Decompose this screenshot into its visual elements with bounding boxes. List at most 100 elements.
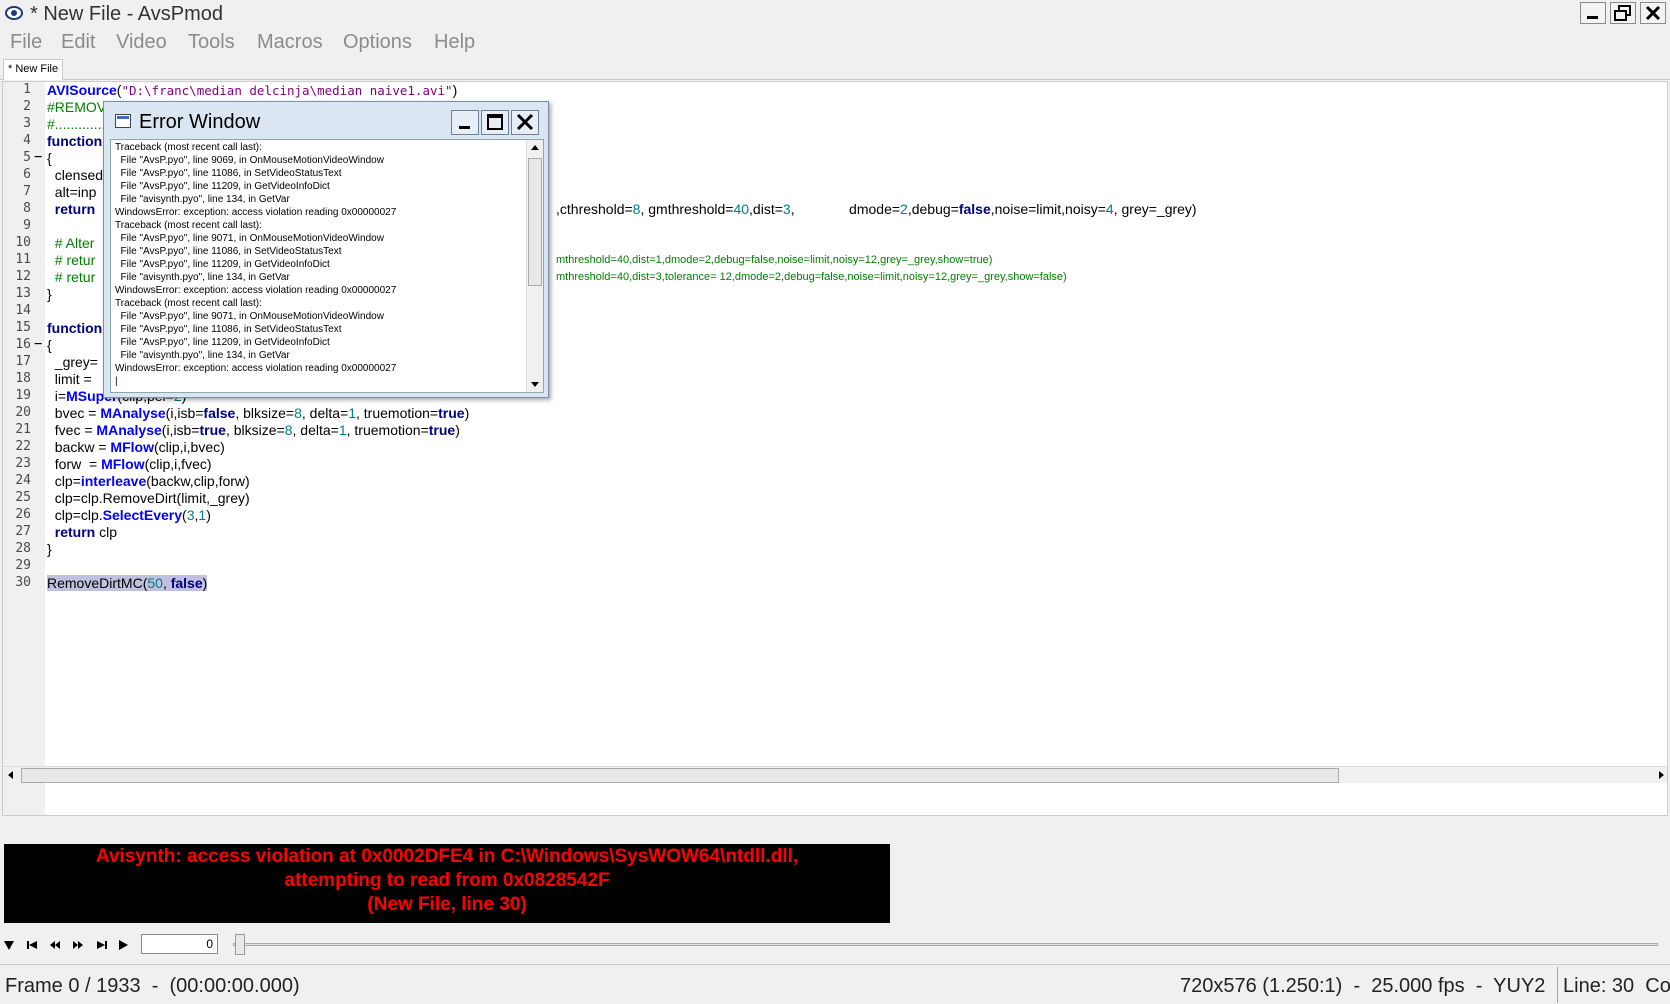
code-line-15: function xyxy=(47,320,103,336)
avspmod-app-icon xyxy=(5,6,23,20)
traceback-line: WindowsError: exception: access violatio… xyxy=(115,207,397,218)
maximize-icon xyxy=(487,114,503,130)
line-number: 24 xyxy=(15,473,31,488)
code-line-11: # retur xyxy=(47,252,96,268)
go-to-start-icon[interactable] xyxy=(26,939,38,951)
menu-macros[interactable]: Macros xyxy=(257,31,323,54)
error-window: Error Window Traceback (most recent call… xyxy=(103,101,549,398)
code-line-17: _grey= xyxy=(47,354,98,370)
scrollbar-thumb[interactable] xyxy=(528,158,542,286)
line-number: 3 xyxy=(23,116,31,131)
code-line-25: clp=clp.RemoveDirt(limit,_grey) xyxy=(47,490,250,506)
line-number: 13 xyxy=(15,286,31,301)
frame-number-input[interactable]: 0 xyxy=(141,934,218,954)
line-number: 4 xyxy=(23,133,31,148)
scroll-down-icon[interactable] xyxy=(530,379,540,389)
close-icon xyxy=(1645,5,1661,21)
traceback-line: File "avisynth.pyo", line 134, in GetVar xyxy=(115,272,290,283)
minimize-icon xyxy=(1587,16,1598,19)
code-line-30: RemoveDirtMC(50, false) xyxy=(47,575,208,591)
code-line-6: clensed xyxy=(47,167,104,183)
error-window-close-button[interactable] xyxy=(511,110,539,135)
line-number: 20 xyxy=(15,405,31,420)
previous-frame-icon[interactable] xyxy=(49,939,61,951)
slider-knob[interactable] xyxy=(235,934,245,955)
line-number: 16 xyxy=(15,337,31,352)
menu-edit[interactable]: Edit xyxy=(61,31,95,54)
code-line-1: AVISource("D:\franc\median delcinja\medi… xyxy=(47,82,458,98)
close-button[interactable] xyxy=(1640,2,1666,24)
traceback-line: File "AvsP.pyo", line 9069, in OnMouseMo… xyxy=(115,155,384,166)
go-to-end-icon[interactable] xyxy=(96,939,108,951)
scroll-up-icon[interactable] xyxy=(530,143,540,153)
menu-bar: File Edit Video Tools Macros Options Hel… xyxy=(0,27,1670,58)
line-number: 29 xyxy=(15,558,31,573)
line-number: 7 xyxy=(23,184,31,199)
traceback-line: WindowsError: exception: access violatio… xyxy=(115,363,397,374)
video-info-status: 720x576 (1.250:1) - 25.000 fps - YUY2 xyxy=(1180,975,1546,997)
fold-marker[interactable]: − xyxy=(34,149,42,165)
line-number: 26 xyxy=(15,507,31,522)
code-line-16: { xyxy=(47,337,52,353)
code-line-27: return clp xyxy=(47,524,118,540)
line-number: 5 xyxy=(23,150,31,165)
selected-text: RemoveDirtMC(50, false) xyxy=(47,575,208,591)
menu-options[interactable]: Options xyxy=(343,31,412,54)
playback-controls: 0 xyxy=(0,930,1670,960)
code-line-10: # Alter xyxy=(47,235,95,251)
restore-button[interactable] xyxy=(1610,2,1636,24)
menu-file[interactable]: File xyxy=(10,31,42,54)
line-number: 23 xyxy=(15,456,31,471)
error-window-minimize-button[interactable] xyxy=(451,110,479,135)
code-line-13: } xyxy=(47,286,52,302)
code-line-11-tail: mthreshold=40,dist=1,dmode=2,debug=false… xyxy=(556,254,993,266)
line-number: 14 xyxy=(15,303,31,318)
minimize-icon xyxy=(459,126,470,129)
cursor-position-status: Line: 30 Col xyxy=(1563,975,1670,997)
error-traceback-text[interactable]: Traceback (most recent call last): File … xyxy=(110,139,544,393)
status-divider xyxy=(1557,967,1558,1003)
avisynth-error-panel: Avisynth: access violation at 0x0002DFE4… xyxy=(4,844,890,923)
code-line-12: # retur xyxy=(47,269,96,285)
code-line-7: alt=inp xyxy=(47,184,97,200)
line-number: 11 xyxy=(15,252,31,267)
traceback-line: File "AvsP.pyo", line 9071, in OnMouseMo… xyxy=(115,233,384,244)
line-number: 1 xyxy=(23,82,31,97)
fold-marker[interactable]: − xyxy=(34,336,42,352)
scrollbar-thumb[interactable] xyxy=(21,768,1339,783)
code-line-20: bvec = MAnalyse(i,isb=false, blksize=8, … xyxy=(47,405,470,421)
minimize-button[interactable] xyxy=(1580,2,1606,24)
code-line-26: clp=clp.SelectEvery(3,1) xyxy=(47,507,211,523)
code-line-22: backw = MFlow(clip,i,bvec) xyxy=(47,439,225,455)
menu-help[interactable]: Help xyxy=(434,31,475,54)
close-icon xyxy=(516,113,534,131)
traceback-line: File "AvsP.pyo", line 11209, in GetVideo… xyxy=(115,337,330,348)
menu-tools[interactable]: Tools xyxy=(188,31,235,54)
scroll-left-icon[interactable] xyxy=(6,770,16,780)
tab-new-file[interactable]: * New File xyxy=(3,59,64,80)
menu-video[interactable]: Video xyxy=(116,31,167,54)
play-icon[interactable] xyxy=(117,939,129,951)
error-window-maximize-button[interactable] xyxy=(481,110,509,135)
text-cursor: | xyxy=(115,376,118,387)
frame-status: Frame 0 / 1933 - (00:00:00.000) xyxy=(5,975,300,997)
dropdown-arrow-icon[interactable] xyxy=(3,939,15,951)
status-bar: Frame 0 / 1933 - (00:00:00.000) 720x576 … xyxy=(0,964,1670,1004)
line-number: 28 xyxy=(15,541,31,556)
next-frame-icon[interactable] xyxy=(72,939,84,951)
video-timeline-slider[interactable] xyxy=(233,934,1658,955)
line-number-gutter: 1 2 3 4 5 6 7 8 9 10 11 12 13 14 15 16 1… xyxy=(3,82,45,815)
error-window-vertical-scrollbar[interactable] xyxy=(526,140,543,392)
line-number: 9 xyxy=(23,218,31,233)
scroll-right-icon[interactable] xyxy=(1656,770,1666,780)
restore-icon xyxy=(1614,5,1631,21)
line-number: 6 xyxy=(23,167,31,182)
traceback-line: File "avisynth.pyo", line 134, in GetVar xyxy=(115,194,290,205)
traceback-line: File "AvsP.pyo", line 11086, in SetVideo… xyxy=(115,246,342,257)
traceback-line: Traceback (most recent call last): xyxy=(115,220,262,231)
traceback-line: File "AvsP.pyo", line 11086, in SetVideo… xyxy=(115,324,342,335)
traceback-line: File "AvsP.pyo", line 9071, in OnMouseMo… xyxy=(115,311,384,322)
error-message-line: (New File, line 30) xyxy=(367,894,527,915)
editor-horizontal-scrollbar[interactable] xyxy=(3,766,1667,783)
line-number: 10 xyxy=(15,235,31,250)
